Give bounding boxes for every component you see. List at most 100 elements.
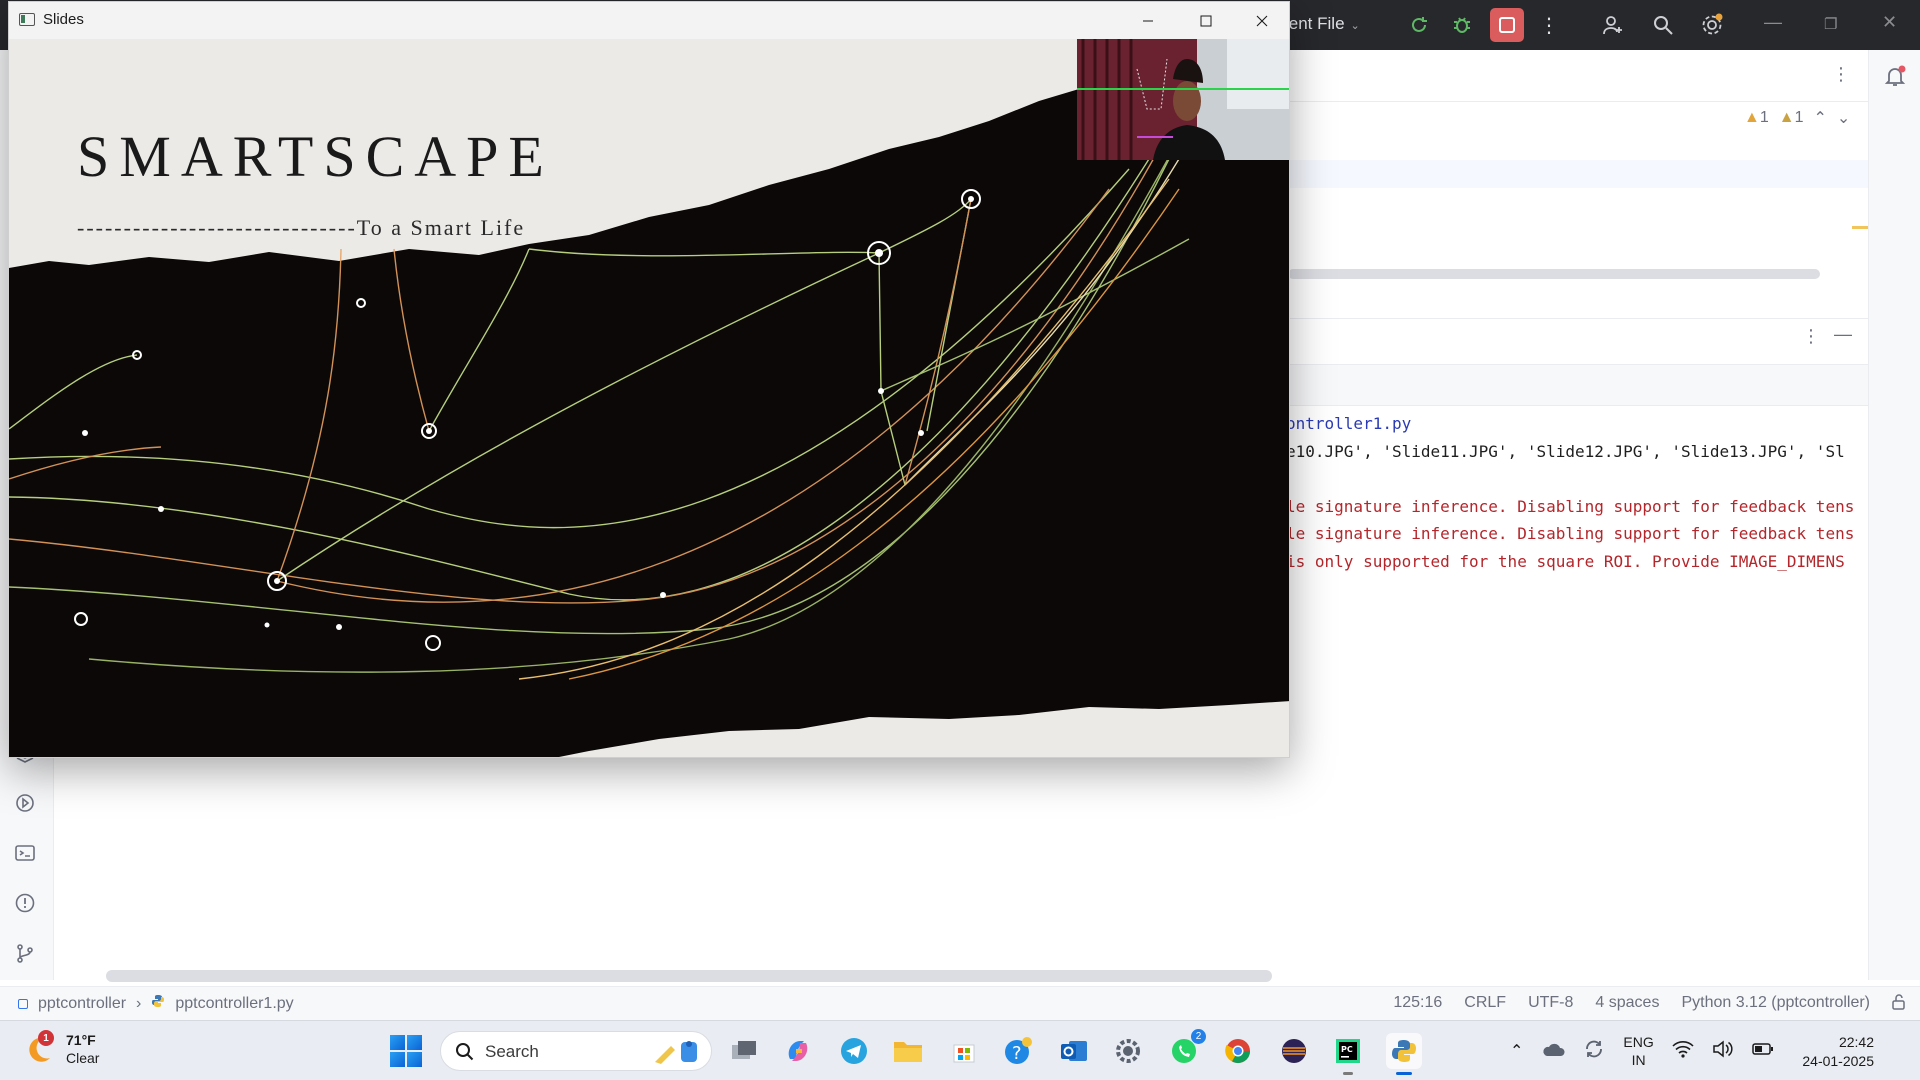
breadcrumb-file[interactable]: pptcontroller1.py (175, 995, 293, 1013)
svg-text:?: ? (1012, 1043, 1022, 1064)
weak-warning-icon: ▲ (1778, 109, 1795, 126)
search-icon (455, 1042, 475, 1067)
window-title: Slides (43, 11, 84, 28)
project-icon (18, 998, 28, 1009)
status-widgets: 125:16 CRLF UTF-8 4 spaces Python 3.12 (… (1393, 994, 1870, 1012)
whatsapp-badge: 2 (1191, 1029, 1206, 1044)
battery-icon[interactable] (1752, 1042, 1774, 1061)
close-button[interactable] (1233, 2, 1289, 39)
warning-icon: ▲ (1744, 109, 1760, 126)
pycharm-icon[interactable]: PC (1330, 1033, 1366, 1075)
onedrive-icon[interactable] (1541, 1041, 1565, 1062)
search-highlight-illustration-icon (655, 1041, 697, 1064)
console-line: ontroller1.py (1286, 414, 1412, 433)
file-explorer-icon[interactable] (890, 1033, 926, 1069)
settings-gear-icon[interactable] (1697, 10, 1727, 40)
search-placeholder: Search (485, 1042, 539, 1061)
notifications-bell-icon[interactable] (1883, 64, 1907, 93)
telegram-icon[interactable] (836, 1033, 872, 1069)
python-app-icon[interactable] (1386, 1033, 1422, 1075)
input-language-indicator[interactable]: ENG IN (1623, 1033, 1653, 1069)
eclipse-icon[interactable] (1276, 1033, 1312, 1069)
weather-condition: Clear (66, 1050, 100, 1066)
scrollbar-warning-marker (1852, 226, 1868, 229)
system-clock[interactable]: 22:42 24-01-2025 (1786, 1033, 1874, 1071)
breadcrumb: pptcontroller › pptcontroller1.py (18, 994, 294, 1013)
ide-close-icon[interactable]: ✕ (1882, 12, 1897, 33)
maximize-button[interactable] (1177, 2, 1235, 39)
more-actions-icon[interactable]: ⋮ (1534, 10, 1564, 40)
running-indicator (1343, 1072, 1353, 1075)
ide-status-bar: pptcontroller › pptcontroller1.py 125:16… (0, 986, 1920, 1020)
language-code: ENG (1623, 1034, 1654, 1050)
slides-window[interactable]: Slides SMARTSCAPE ----------------------… (8, 1, 1290, 758)
show-hidden-icons-icon[interactable]: ⌃ (1510, 1041, 1523, 1061)
caret-position[interactable]: 125:16 (1393, 994, 1442, 1012)
start-button[interactable] (390, 1035, 422, 1067)
search-icon[interactable] (1648, 10, 1678, 40)
maximize-icon (1200, 15, 1212, 26)
weather-widget[interactable]: 1 71°F Clear (22, 1030, 100, 1067)
get-help-icon[interactable]: ? (1000, 1033, 1036, 1069)
console-line: e10.JPG', 'Slide11.JPG', 'Slide12.JPG', … (1286, 441, 1845, 461)
clock-time: 22:42 (1838, 1034, 1874, 1050)
unlock-icon[interactable] (1890, 993, 1908, 1016)
run-options-icon[interactable]: ⋮ (1802, 326, 1820, 347)
left-tool-icons (12, 740, 38, 966)
next-highlight-icon[interactable]: ⌄ (1837, 108, 1850, 128)
taskbar-search-box[interactable]: Search (440, 1031, 712, 1071)
webcam-hand-tracking-image (1077, 39, 1289, 160)
stop-button[interactable] (1490, 8, 1524, 42)
rerun-icon[interactable] (1404, 10, 1434, 40)
warning-count: 1 (1759, 109, 1769, 126)
breadcrumb-project[interactable]: pptcontroller (38, 995, 126, 1013)
console-line: is only supported for the square ROI. Pr… (1286, 551, 1845, 571)
chevron-right-icon: › (136, 994, 142, 1012)
file-encoding[interactable]: UTF-8 (1528, 994, 1573, 1012)
ide-minimize-icon[interactable]: — (1764, 12, 1782, 33)
system-tray: ⌃ ENG IN (1510, 1021, 1774, 1080)
webcam-preview (1077, 39, 1289, 160)
debug-icon[interactable] (1447, 10, 1477, 40)
windows-logo-icon (390, 1035, 405, 1050)
volume-icon[interactable] (1712, 1039, 1734, 1063)
add-user-icon[interactable] (1598, 10, 1628, 40)
bottom-horizontal-scrollbar[interactable] (106, 970, 1272, 982)
chevron-down-icon: ⌄ (1350, 20, 1360, 32)
wifi-icon[interactable] (1672, 1040, 1694, 1063)
svg-text:PC: PC (1341, 1045, 1353, 1054)
problems-icon[interactable] (12, 890, 38, 916)
ide-maximize-icon[interactable]: ❐ (1824, 15, 1837, 33)
line-separator[interactable]: CRLF (1464, 994, 1506, 1012)
language-region: IN (1631, 1052, 1646, 1068)
indent-setting[interactable]: 4 spaces (1595, 994, 1659, 1012)
sync-icon[interactable] (1583, 1038, 1605, 1065)
editor-horizontal-scrollbar[interactable] (1288, 269, 1820, 279)
slides-titlebar[interactable]: Slides (9, 2, 1289, 39)
chrome-icon[interactable] (1220, 1033, 1256, 1069)
slide-title: SMARTSCAPE (77, 124, 554, 189)
services-icon[interactable] (12, 790, 38, 816)
editor-options-icon[interactable]: ⋮ (1832, 64, 1850, 85)
terminal-icon[interactable] (12, 840, 38, 866)
run-hide-icon[interactable]: — (1834, 324, 1852, 345)
copilot-icon[interactable] (780, 1033, 816, 1069)
microsoft-store-icon[interactable] (946, 1033, 982, 1069)
settings-icon[interactable] (1110, 1033, 1146, 1069)
task-view-icon[interactable] (726, 1033, 762, 1069)
python-file-icon (151, 994, 165, 1013)
previous-highlight-icon[interactable]: ⌃ (1814, 108, 1827, 128)
inspection-widget[interactable]: ▲1 ▲1 ⌃ ⌄ (1744, 108, 1850, 128)
whatsapp-icon[interactable]: 2 (1166, 1029, 1206, 1069)
slide-subtitle: ------------------------------To a Smart… (77, 215, 526, 240)
git-branch-icon[interactable] (12, 940, 38, 966)
stop-icon (1499, 17, 1515, 33)
weather-temperature: 71°F (66, 1032, 96, 1048)
weather-moon-icon: 1 (22, 1030, 56, 1066)
close-icon (1256, 15, 1268, 26)
python-interpreter[interactable]: Python 3.12 (pptcontroller) (1681, 994, 1870, 1012)
outlook-icon[interactable] (1056, 1033, 1092, 1069)
active-indicator (1396, 1072, 1412, 1075)
minimize-button[interactable] (1119, 2, 1177, 39)
ide-right-toolstrip (1868, 50, 1920, 980)
